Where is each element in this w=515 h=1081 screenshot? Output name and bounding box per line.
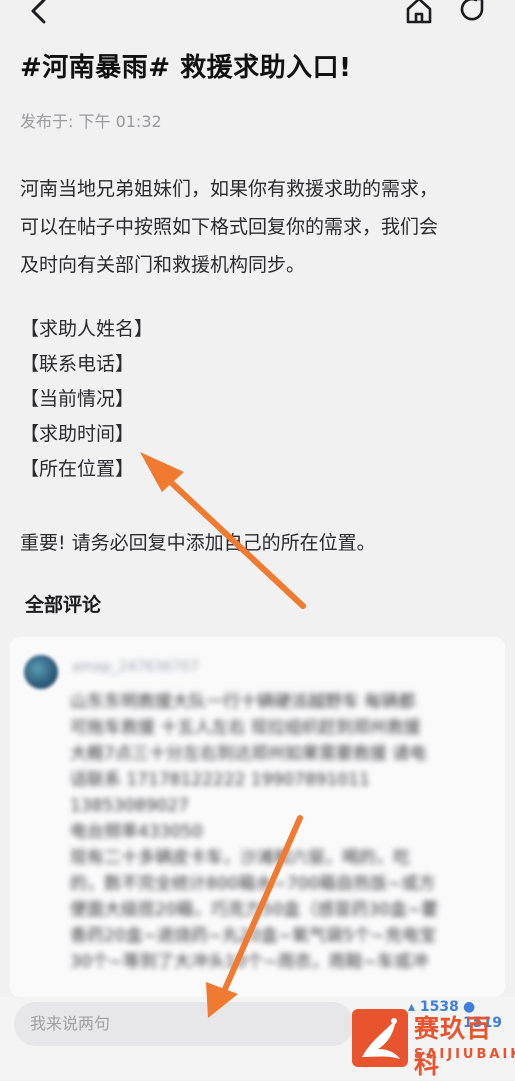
share-button[interactable] xyxy=(456,0,490,27)
site-watermark: 赛玖百科 SAIJIUBAIKE xyxy=(350,1007,515,1079)
post-title: #河南暴雨# 救援求助入口! xyxy=(20,53,352,83)
comment-line: 山东东明救援大队一行十辆硬派越野车 每辆都 xyxy=(70,692,416,712)
comment-line: 电台频率433050 xyxy=(70,822,203,842)
post-paragraph-line: 河南当地兄弟姐妹们，如果你有救援求助的需求， xyxy=(20,178,439,200)
comment-username[interactable]: amap_247636707 xyxy=(72,659,199,675)
comment-line: 香药20盒~退烧药~丸20盒~氧气袋5个~充电宝 xyxy=(70,926,437,946)
post-body: 河南当地兄弟姐妹们，如果你有救援求助的需求， 可以在帖子中按照如下格式回复你的需… xyxy=(20,170,498,284)
format-field-time: 【求助时间】 xyxy=(20,423,135,445)
comment-text: 山东东明救援大队一行十辆硬派越野车 每辆都 可拖车救援 十五人左右 现拉组织赶到… xyxy=(70,689,490,975)
top-navigation-bar xyxy=(0,0,515,40)
comment-line: 大概7点三十分左右到达郑州如果需要救援 请电 xyxy=(70,744,427,764)
back-button[interactable] xyxy=(22,0,56,28)
comment-input[interactable]: 我来说两句 xyxy=(14,1002,354,1046)
chevron-left-icon xyxy=(31,0,46,24)
comment-line: 便面大级揽20箱，巧克力50盒（感冒药30盒~藿 xyxy=(70,900,439,920)
comment-line: 的，数不完全统计800箱水~700箱自热饭~或方 xyxy=(70,874,436,894)
format-field-phone: 【联系电话】 xyxy=(20,353,135,375)
comment-line: 30个~等到了大冲头10个~雨衣，雨鞋~车或冲 xyxy=(70,952,428,972)
watermark-subtitle: SAIJIUBAIKE xyxy=(414,1047,515,1062)
request-format-list: 【求助人姓名】 【联系电话】 【当前情况】 【求助时间】 【所在位置】 xyxy=(20,312,153,487)
important-notice: 重要! 请务必回复中添加自己的所在位置。 xyxy=(20,532,376,554)
post-publish-time: 发布于: 下午 01:32 xyxy=(20,112,162,131)
format-field-location: 【所在位置】 xyxy=(20,458,135,480)
share-icon xyxy=(460,0,484,21)
format-field-name: 【求助人姓名】 xyxy=(20,318,154,340)
avatar[interactable] xyxy=(24,655,58,689)
watermark-title: 赛玖百科 xyxy=(414,1014,493,1079)
post-paragraph-line: 及时向有关部门和救援机构同步。 xyxy=(20,254,306,276)
comment-line: 可拖车救援 十五人左右 现拉组织赶到郑州救援 xyxy=(70,718,421,738)
all-comments-heading: 全部评论 xyxy=(25,594,102,616)
comment-line: 话联系 17178122222 19907891011 xyxy=(70,770,370,790)
comment-line: 现有二十多辆皮卡车，沙滩和六驱，喝的，吃 xyxy=(70,848,410,868)
comment-card[interactable]: amap_247636707 山东东明救援大队一行十辆硬派越野车 每辆都 可拖车… xyxy=(10,637,505,997)
watermark-logo-icon xyxy=(352,1009,408,1067)
home-button[interactable] xyxy=(402,0,436,27)
comment-line: 13853089027 xyxy=(70,796,189,816)
format-field-situation: 【当前情况】 xyxy=(20,388,135,410)
home-icon xyxy=(406,0,432,24)
post-paragraph-line: 可以在帖子中按照如下格式回复你的需求，我们会 xyxy=(20,216,439,238)
